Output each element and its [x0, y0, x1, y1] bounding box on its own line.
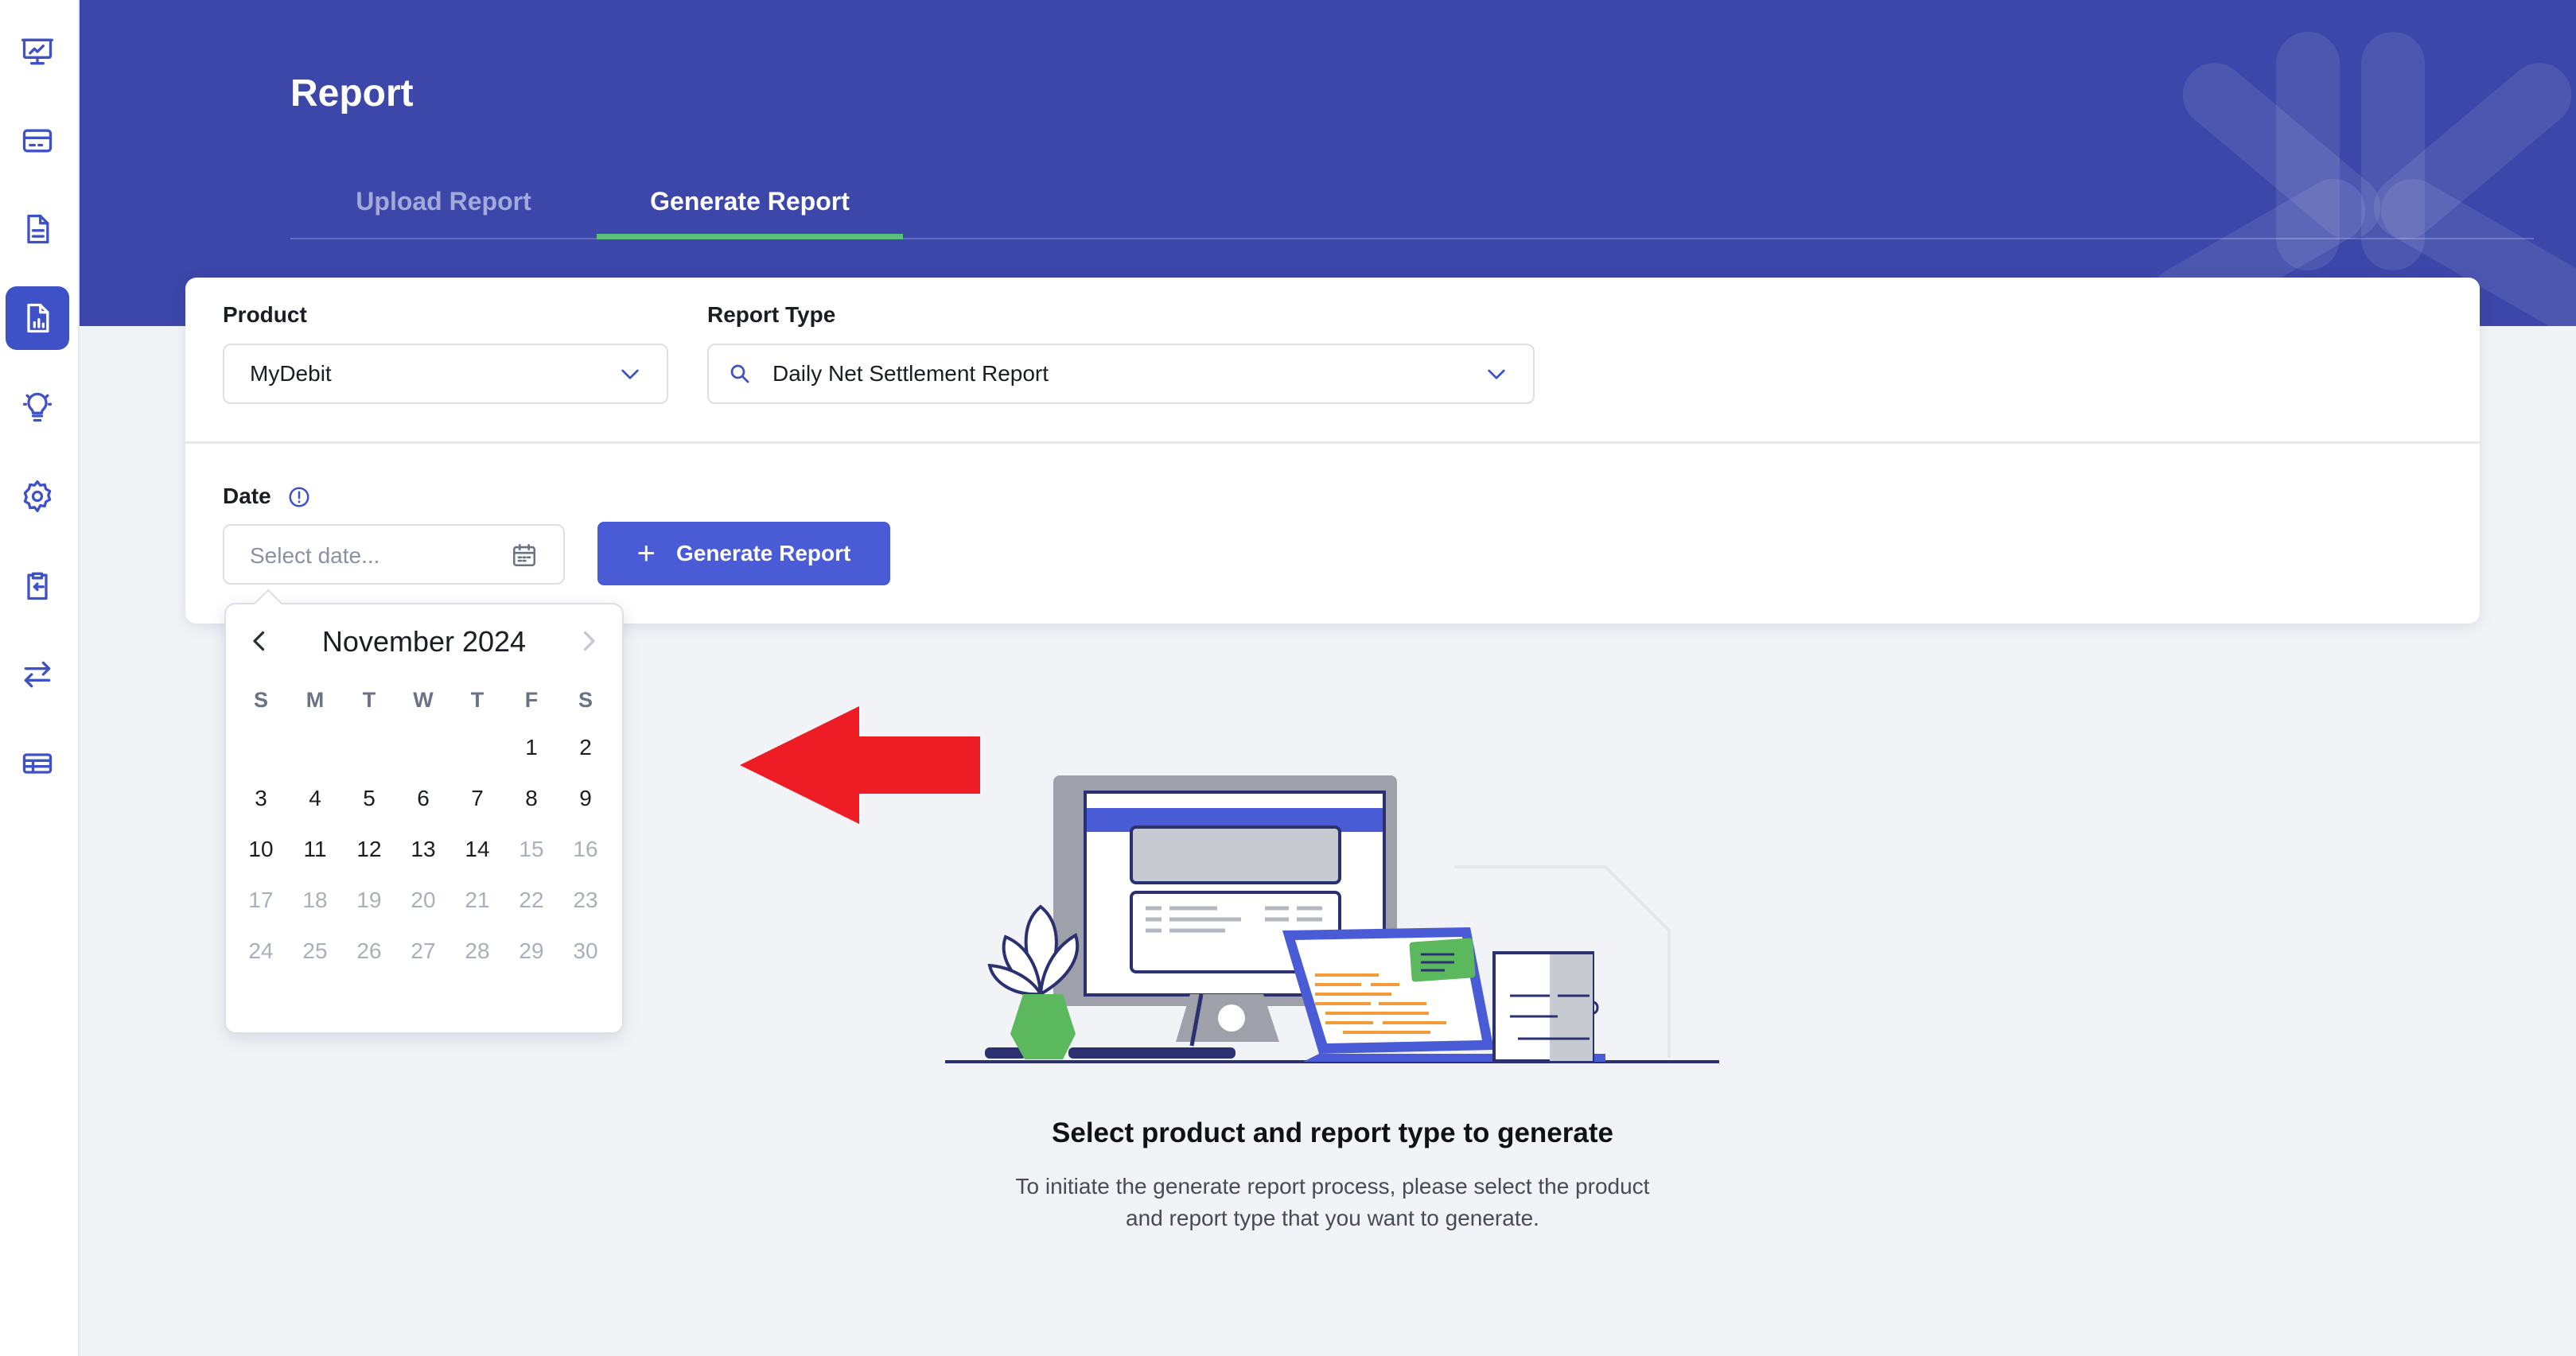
calendar-day[interactable]: 3 — [234, 773, 288, 824]
empty-state-illustration — [945, 775, 1719, 1063]
date-picker-calendar: November 2024 S M T W T F S 1 2 3 4 5 6 7 8 9 10 11 12 13 14… — [224, 589, 624, 1034]
calendar-day: 27 — [411, 938, 436, 963]
calendar-day: 20 — [411, 888, 436, 912]
calendar-day: 21 — [465, 888, 490, 912]
sidebar-item-cards[interactable] — [6, 109, 69, 173]
sidebar-item-dashboard[interactable] — [6, 20, 69, 84]
credit-card-icon — [22, 129, 53, 153]
sidebar-item-transfers[interactable] — [6, 643, 69, 706]
calendar-day: 26 — [356, 938, 382, 963]
calendar-weekday: F — [524, 688, 539, 712]
plus-icon: + — [636, 536, 656, 571]
form-divider — [185, 441, 2480, 444]
calendar-month-label: November 2024 — [321, 625, 527, 658]
next-month-icon[interactable] — [574, 627, 603, 655]
calendar-day[interactable]: 11 — [288, 824, 342, 875]
calendar-weekday: T — [470, 688, 484, 712]
product-select-value: MyDebit — [250, 361, 332, 386]
generate-report-button[interactable]: + Generate Report — [597, 522, 890, 585]
report-type-select-value: Daily Net Settlement Report — [772, 361, 1049, 386]
calendar-weekday: S — [578, 688, 593, 712]
calendar-day[interactable]: 8 — [504, 773, 558, 824]
presentation-chart-icon — [21, 38, 53, 65]
report-type-label: Report Type — [707, 302, 836, 327]
calendar-day: 29 — [519, 938, 544, 963]
calendar-day: 30 — [573, 938, 598, 963]
date-picker-input[interactable]: Select date... — [223, 524, 565, 585]
date-placeholder: Select date... — [250, 543, 380, 568]
sidebar-item-settings[interactable] — [6, 464, 69, 528]
calendar-weekday: S — [253, 688, 268, 712]
calendar-day: 23 — [573, 888, 598, 912]
tab-upload-report[interactable]: Upload Report — [290, 163, 597, 239]
clipboard-return-icon — [27, 572, 48, 600]
calendar-day[interactable]: 6 — [396, 773, 450, 824]
date-label: Date — [223, 484, 271, 508]
empty-state-description: To initiate the generate report process,… — [1015, 1174, 1650, 1230]
calendar-day: 28 — [465, 938, 490, 963]
empty-state-title: Select product and report type to genera… — [1052, 1117, 1613, 1148]
calendar-day: 15 — [519, 837, 544, 861]
chevron-down-icon — [621, 369, 639, 379]
annotation-arrow — [740, 706, 980, 824]
calendar-day[interactable]: 4 — [288, 773, 342, 824]
tab-generate-report[interactable]: Generate Report — [597, 163, 903, 239]
sidebar-item-insights[interactable] — [6, 375, 69, 439]
calendar-day: 25 — [302, 938, 328, 963]
gear-icon — [23, 480, 52, 512]
search-icon — [730, 364, 749, 383]
report-chart-icon — [27, 303, 49, 333]
sidebar-item-documents[interactable] — [6, 197, 69, 261]
info-icon[interactable] — [287, 485, 311, 509]
calendar-day[interactable]: 13 — [396, 824, 450, 875]
calendar-day[interactable]: 10 — [234, 824, 288, 875]
calendar-day[interactable]: 5 — [342, 773, 396, 824]
sidebar-item-tables[interactable] — [6, 732, 69, 795]
calendar-weekday: M — [305, 688, 325, 712]
sidebar-item-clipboard[interactable] — [6, 554, 69, 617]
calendar-day[interactable]: 2 — [558, 722, 613, 773]
calendar-icon[interactable] — [511, 542, 538, 569]
page-title: Report — [290, 72, 414, 115]
calendar-day[interactable]: 12 — [342, 824, 396, 875]
calendar-day[interactable]: 9 — [558, 773, 613, 824]
sidebar — [0, 0, 80, 1356]
calendar-day[interactable]: 14 — [450, 824, 504, 875]
document-icon — [27, 214, 49, 244]
calendar-day: 18 — [302, 888, 328, 912]
calendar-grid: S M T W T F S 1 2 3 4 5 6 7 8 9 10 11 12 13 14 15 16 17 18 19 20 21… — [234, 678, 614, 977]
chevron-down-icon — [1488, 369, 1505, 379]
product-label: Product — [223, 302, 307, 327]
report-type-select[interactable]: Daily Net Settlement Report — [707, 344, 1535, 404]
generate-report-form: Product MyDebit Report Type Daily Net Se… — [185, 278, 2480, 624]
calendar-day[interactable]: 1 — [504, 722, 558, 773]
tab-bar: Upload Report Generate Report — [290, 163, 2534, 239]
calendar-day: 17 — [248, 888, 274, 912]
lightbulb-icon — [22, 392, 53, 422]
product-select[interactable]: MyDebit — [223, 344, 668, 404]
calendar-weekday: T — [362, 688, 376, 712]
calendar-day: 24 — [248, 938, 274, 963]
calendar-day[interactable]: 7 — [450, 773, 504, 824]
calendar-day: 19 — [356, 888, 382, 912]
transfer-arrows-icon — [24, 661, 51, 688]
calendar-weekday: W — [413, 688, 434, 712]
table-icon — [22, 753, 53, 774]
generate-report-button-label: Generate Report — [675, 541, 851, 565]
calendar-day: 22 — [519, 888, 544, 912]
calendar-day: 16 — [573, 837, 598, 861]
sidebar-item-report[interactable] — [6, 286, 69, 350]
